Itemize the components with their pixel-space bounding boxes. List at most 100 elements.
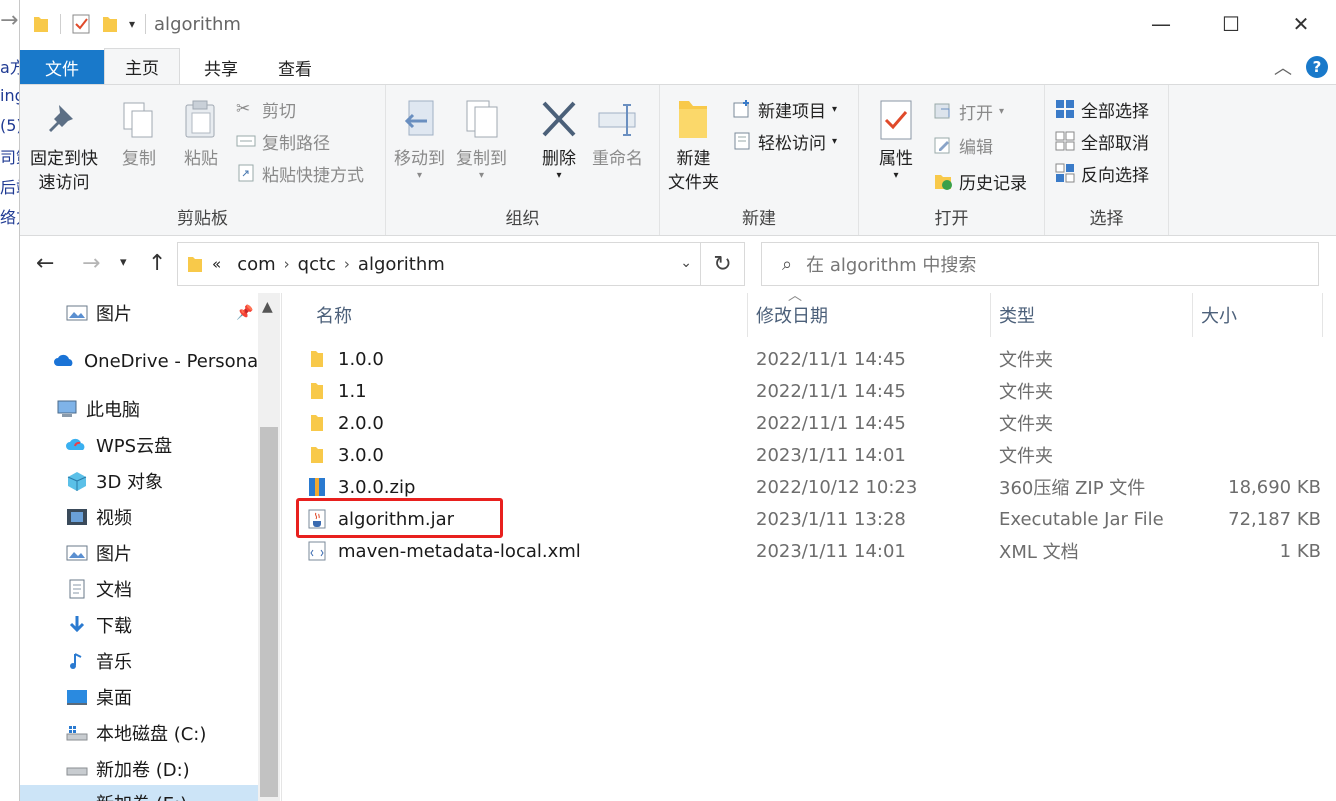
xml-document-icon [308,541,326,561]
select-none-button[interactable]: 全部取消 [1055,127,1149,155]
scissors-icon: ✂ [236,99,251,119]
nav-item-downloads[interactable]: 下载 [66,607,132,643]
breadcrumb-item[interactable]: qctc [298,254,336,275]
nav-item-videos[interactable]: 视频 [66,499,132,535]
new-folder-label-line2: 文件夹 [668,173,719,193]
paste-icon [185,100,215,138]
navigation-pane: 图片 📌 OneDrive - Personal 此电脑 WPS云盘 3D 对象… [20,293,282,801]
collapse-ribbon-icon[interactable]: ︿ [1274,54,1292,80]
breadcrumb-item[interactable]: com [237,254,275,275]
delete-button[interactable]: 删除 ▾ [536,97,582,181]
open-group: 属性 ▾ 打开 ▾ 编辑 历史记录 打开 [859,85,1045,235]
nav-item-wps-cloud[interactable]: WPS云盘 [66,427,172,463]
pin-quick-access-button[interactable]: 固定到快 速访问 [30,97,98,195]
properties-button[interactable]: 属性 ▾ [873,97,919,181]
tab-file[interactable]: 文件 [20,50,104,84]
file-row[interactable]: 1.1 2022/11/1 14:45 文件夹 [296,375,1321,407]
minimize-button[interactable]: — [1126,0,1196,48]
breadcrumb-chevron-icon[interactable]: › [344,255,350,273]
new-item-icon [733,100,749,118]
copy-path-icon [236,135,256,147]
nav-item-this-pc[interactable]: 此电脑 [56,391,140,427]
nav-item-label: 新加卷 (E:) [96,790,187,801]
edit-label: 编辑 [959,137,993,158]
select-all-button[interactable]: 全部选择 [1055,95,1149,123]
tab-view[interactable]: 查看 [258,50,332,84]
nav-item-label: OneDrive - Personal [84,350,264,372]
open-button[interactable]: 打开 ▾ [933,97,1004,125]
history-button[interactable]: 历史记录 [933,167,1027,195]
breadcrumb-item[interactable]: algorithm [358,254,445,275]
column-header-size[interactable]: 大小 [1193,293,1323,337]
rename-button[interactable]: 重命名 [592,97,643,171]
customize-qa-dropdown-icon[interactable]: ▾ [129,17,135,31]
file-date: 2022/11/1 14:45 [756,348,906,370]
paste-shortcut-button[interactable]: 粘贴快捷方式 [236,159,364,187]
edit-button[interactable]: 编辑 [933,131,993,159]
rename-label: 重命名 [592,149,643,169]
file-row[interactable]: maven-metadata-local.xml 2023/1/11 14:01… [296,535,1321,567]
nav-item-3d-objects[interactable]: 3D 对象 [66,463,163,499]
invert-selection-button[interactable]: 反向选择 [1055,159,1149,187]
tab-share[interactable]: 共享 [184,50,258,84]
copy-to-button[interactable]: 复制到 ▾ [456,97,507,181]
select-all-label: 全部选择 [1081,101,1149,122]
file-row[interactable]: 2.0.0 2022/11/1 14:45 文件夹 [296,407,1321,439]
navigation-pane-scrollbar[interactable]: ▲ [258,293,280,801]
forward-arrow-icon[interactable]: → [82,251,100,276]
pin-icon [49,105,73,132]
column-header-type[interactable]: 类型 [991,293,1193,337]
up-arrow-icon[interactable]: ↑ [148,251,166,276]
nav-item-pictures-pinned[interactable]: 图片 📌 [66,295,253,331]
tab-home[interactable]: 主页 [104,48,180,84]
nav-item-label: 3D 对象 [96,472,164,493]
scroll-up-arrow-icon[interactable]: ▲ [262,299,273,315]
file-date: 2022/11/1 14:45 [756,380,906,402]
file-list: ︿ 名称 修改日期 类型 大小 1.0.0 2022/11/1 14:45 文件… [288,288,1336,801]
nav-item-onedrive[interactable]: OneDrive - Personal [54,343,263,379]
select-group: 全部选择 全部取消 反向选择 选择 [1045,85,1169,235]
address-bar[interactable]: « com › qctc › algorithm ⌄ [177,242,701,286]
nav-item-drive-c[interactable]: 本地磁盘 (C:) [66,715,206,751]
help-icon[interactable]: ? [1306,56,1328,78]
nav-item-music[interactable]: 音乐 [66,643,132,679]
this-pc-icon [57,400,77,417]
maximize-button[interactable]: ☐ [1196,0,1266,48]
column-header-name[interactable]: 名称 [308,293,748,337]
nav-item-desktop[interactable]: 桌面 [66,679,132,715]
nav-item-pictures[interactable]: 图片 [66,535,132,571]
easy-access-button[interactable]: 轻松访问 ▾ [732,127,837,155]
folder-icon [311,383,323,399]
breadcrumb-overflow[interactable]: « [212,255,221,273]
address-history-dropdown-icon[interactable]: ⌄ [680,255,692,271]
recent-locations-chevron-icon[interactable]: ▾ [120,255,127,270]
back-arrow-icon[interactable]: ← [36,251,54,276]
new-item-label: 新建项目 [758,101,826,122]
refresh-button[interactable]: ↻ [701,242,745,286]
search-box[interactable]: ⌕ 在 algorithm 中搜索 [761,242,1319,286]
new-item-button[interactable]: 新建项目 ▾ [732,95,837,123]
nav-item-drive-e[interactable]: 新加卷 (E:) [20,785,258,801]
cut-button[interactable]: ✂ 剪切 [236,95,296,123]
nav-item-documents[interactable]: 文档 [66,571,132,607]
scrollbar-thumb[interactable] [260,427,278,797]
copy-path-button[interactable]: 复制路径 [236,127,330,155]
file-name: maven-metadata-local.xml [338,540,581,562]
column-header-date[interactable]: 修改日期 [748,293,991,337]
file-row[interactable]: 1.0.0 2022/11/1 14:45 文件夹 [296,343,1321,375]
copy-button[interactable]: 复制 [116,97,162,171]
paste-button[interactable]: 粘贴 [178,97,224,171]
move-to-icon [404,100,433,136]
properties-check-icon[interactable] [71,13,91,35]
pin-icon[interactable]: 📌 [236,305,253,321]
wps-cloud-icon [66,438,85,450]
nav-item-drive-d[interactable]: 新加卷 (D:) [66,751,190,787]
breadcrumb-chevron-icon[interactable]: › [284,255,290,273]
file-row[interactable]: 3.0.0 2023/1/11 14:01 文件夹 [296,439,1321,471]
zip-archive-icon [309,478,325,496]
new-folder-icon[interactable] [101,14,119,34]
close-button[interactable]: ✕ [1266,0,1336,48]
move-to-button[interactable]: 移动到 ▾ [394,97,445,181]
organize-group: 移动到 ▾ 复制到 ▾ 删除 ▾ 重命名 组织 [386,85,660,235]
new-folder-button[interactable]: 新建 文件夹 [668,97,719,195]
